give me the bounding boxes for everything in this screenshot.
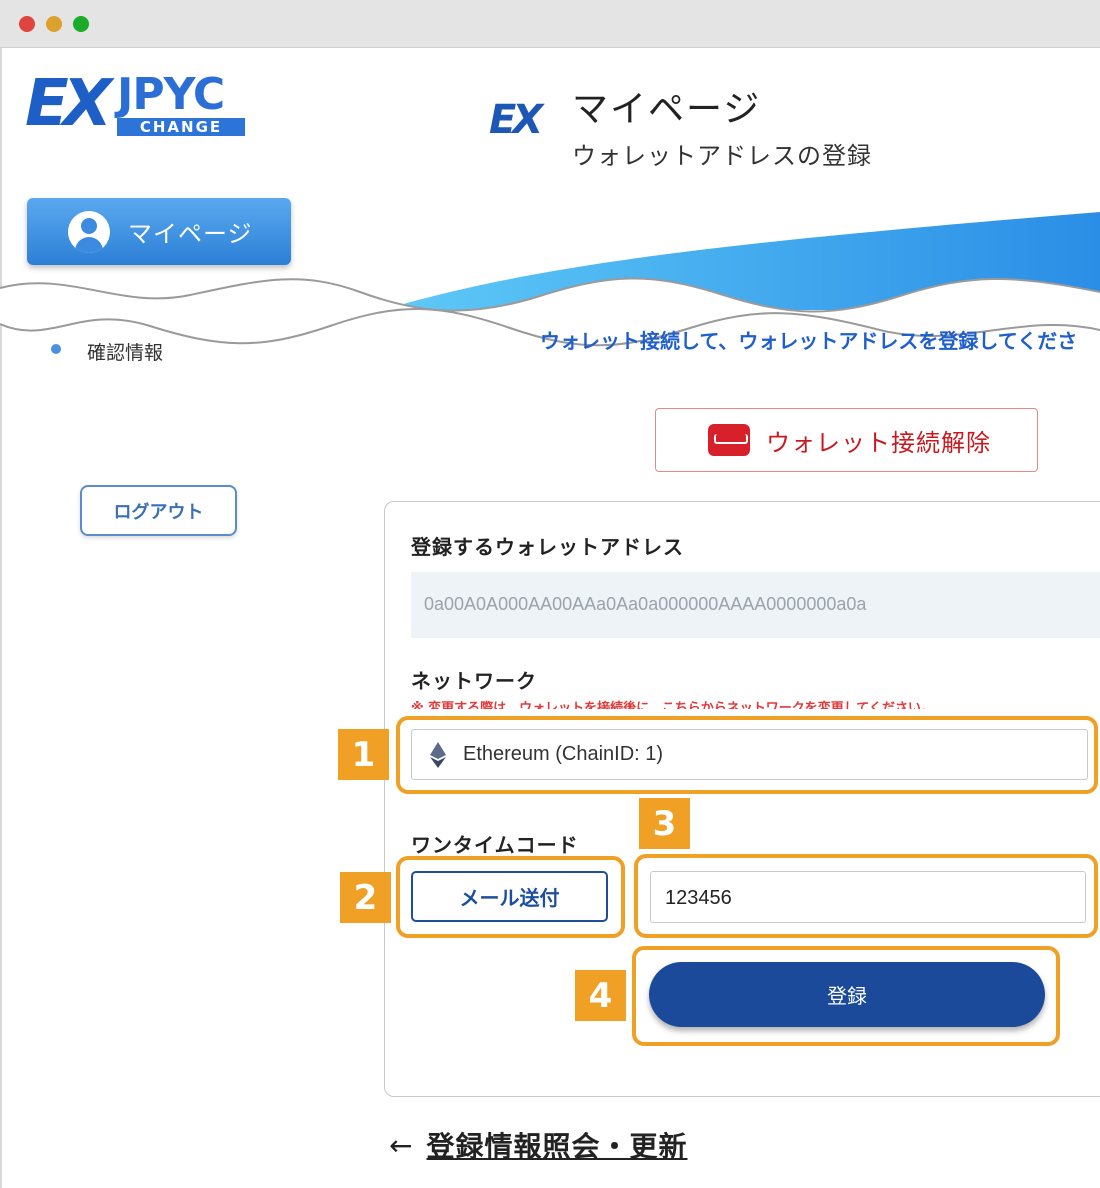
- highlight-mail: [396, 856, 625, 938]
- wallet-disconnect-button[interactable]: ウォレット接続解除: [655, 408, 1038, 472]
- wallet-address-value: 0a00A0A000AA00AAa0Aa0a000000AAAA0000000a…: [424, 594, 867, 614]
- logo-jpyc: JPYC: [117, 69, 225, 120]
- logo-ex: EX: [25, 67, 112, 141]
- annotation-badge-4: 4: [575, 970, 626, 1021]
- page-subtitle: ウォレットアドレスの登録: [572, 142, 872, 170]
- address-label: 登録するウォレットアドレス: [411, 535, 684, 559]
- exjpyc-logo[interactable]: EX JPYC CHANGE: [25, 72, 247, 138]
- sidebar-mypage-label: マイページ: [128, 220, 253, 248]
- annotation-badge-2: 2: [340, 872, 391, 923]
- highlight-network: [396, 716, 1098, 794]
- sidebar-mypage-button[interactable]: マイページ: [27, 198, 291, 265]
- network-label: ネットワーク: [411, 669, 537, 693]
- wallet-icon: [708, 424, 750, 456]
- logo-change: CHANGE: [117, 118, 245, 136]
- registration-info-link[interactable]: ← 登録情報照会・更新: [389, 1125, 687, 1165]
- annotation-badge-1: 1: [338, 729, 389, 780]
- instruction-text: ウォレット接続して、ウォレットアドレスを登録してくださ: [540, 329, 1078, 353]
- sidebar-item-confirmation[interactable]: 確認情報: [87, 338, 163, 365]
- page-title: マイページ: [572, 89, 762, 130]
- annotation-badge-3: 3: [639, 798, 690, 849]
- highlight-register: [632, 946, 1060, 1046]
- window-titlebar: [0, 0, 1100, 48]
- highlight-otp: [634, 854, 1098, 938]
- close-window-button[interactable]: [19, 16, 35, 32]
- maximize-window-button[interactable]: [73, 16, 89, 32]
- user-avatar-icon: [68, 210, 110, 253]
- registration-info-link-label: 登録情報照会・更新: [426, 1130, 688, 1163]
- wallet-disconnect-label: ウォレット接続解除: [766, 428, 991, 457]
- logout-button[interactable]: ログアウト: [80, 485, 237, 536]
- network-warning: ※ 変更する際は、ウォレットを接続後に、こちらからネットワークを変更してください…: [411, 701, 934, 709]
- header-ex-icon: EX: [489, 97, 543, 143]
- nav-bullet-icon: [51, 344, 61, 354]
- minimize-window-button[interactable]: [46, 16, 62, 32]
- arrow-left-icon: ←: [389, 1128, 413, 1162]
- wallet-address-field: 0a00A0A000AA00AAa0Aa0a000000AAAA0000000a…: [411, 572, 1100, 638]
- otp-label: ワンタイムコード: [411, 833, 579, 857]
